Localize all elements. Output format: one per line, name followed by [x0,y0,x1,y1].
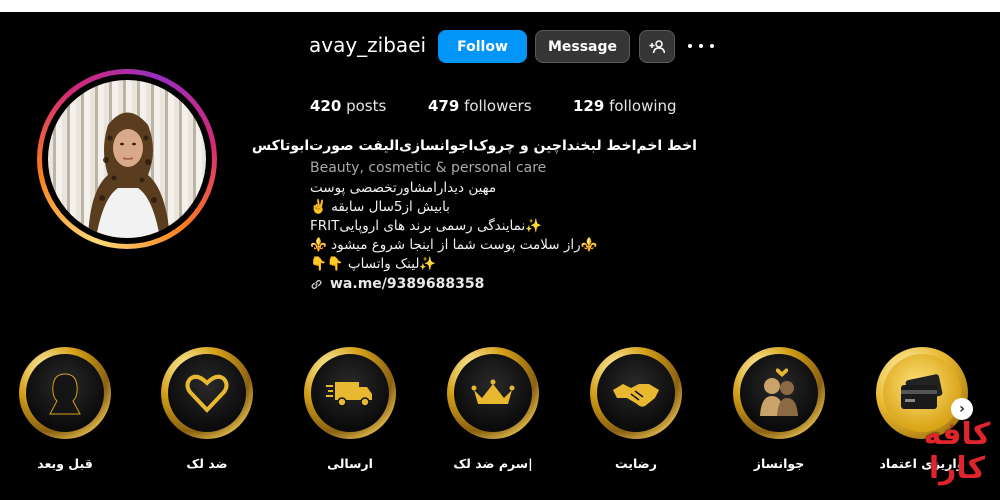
profile-category: Beauty, cosmetic & personal care [310,160,547,176]
highlight-label: رضایت [615,456,657,471]
person-portrait-icon [88,112,170,238]
watermark-line: کارا [928,451,986,486]
suggested-accounts-button[interactable] [639,30,675,63]
woman-silhouette-icon [49,373,81,415]
follow-button[interactable]: Follow [438,30,527,63]
link-icon [311,279,322,289]
username: avay_zibaei [309,33,427,57]
watermark-line: کافه [923,417,991,452]
highlight-item[interactable]: ضد لک [157,347,257,471]
watermark-logo: کافه کارا [918,418,996,486]
handshake-icon [613,384,659,407]
profile-full-name: اخط اخم‌اخط لبخنداچین و چروک‌اجوانسازی‌ا… [251,138,697,154]
posts-stat: 420 posts [310,97,386,115]
highlight-label: جوانساز [753,456,805,471]
bio-link[interactable]: wa.me/9389688358 [310,276,484,292]
posts-label: posts [346,97,387,115]
following-count: 129 [573,97,605,115]
bio-line: بابیش از5سال سابقه ✌️ [310,199,450,215]
followers-stat[interactable]: 479 followers [428,97,532,115]
more-options-icon[interactable] [688,36,714,56]
heart-icon [185,374,229,413]
highlight-label: ضد لک [186,456,228,471]
bio-line: ⚜️راز سلامت پوست شما از اینجا شروع میشود… [310,237,598,253]
followers-count: 479 [428,97,460,115]
add-user-icon [649,39,665,53]
highlight-label: |سرم ضد لک [453,456,533,471]
credit-card-icon [901,374,943,409]
chevron-right-icon: › [959,401,965,417]
followers-label: followers [464,97,532,115]
highlight-item[interactable]: |سرم ضد لک [443,347,543,471]
following-label: following [609,97,677,115]
delivery-truck-icon [326,382,372,407]
bio-line: مهین دیدار‌امشاورتخصصی پوست [310,180,497,196]
highlight-label: قبل وبعد [37,456,93,471]
bio-link-text[interactable]: wa.me/9389688358 [330,276,484,292]
couple-icon [760,368,798,416]
highlight-item[interactable]: رضایت [586,347,686,471]
highlight-item[interactable]: قبل وبعد [15,347,115,471]
profile-avatar-story-ring[interactable] [37,69,217,249]
avatar [48,80,206,238]
crown-icon [471,379,515,404]
highlight-item[interactable]: ارسالی [300,347,400,471]
following-stat[interactable]: 129 following [573,97,677,115]
bio-line: ✨نمایندگی رسمی برند های اروپاییFRIT [310,218,543,234]
posts-count: 420 [310,97,342,115]
message-button[interactable]: Message [535,30,630,63]
bio-line: ✨لینک واتساپ 👇👇 [310,256,437,272]
highlight-label: ارسالی [327,456,373,471]
top-browser-strip [0,0,1000,12]
highlight-item[interactable]: جوانساز [729,347,829,471]
